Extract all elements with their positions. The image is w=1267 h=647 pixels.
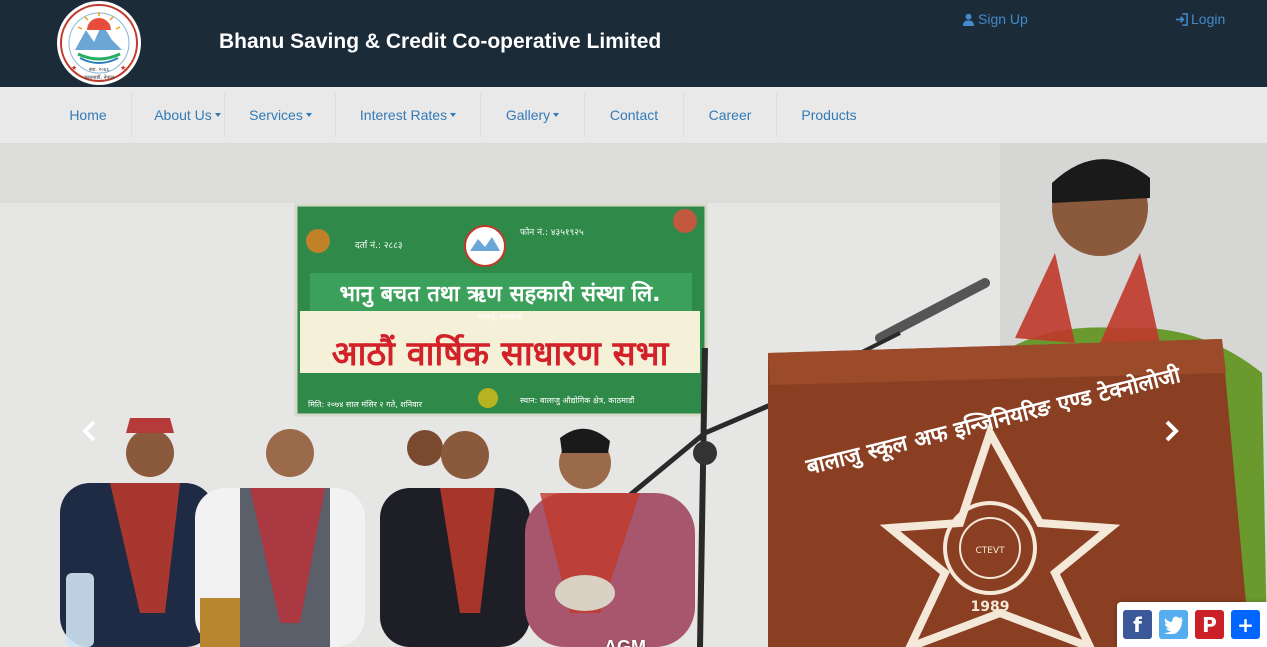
event-banner: दर्ता नं.: २८८३ फोन नं.: ४३५१९२५ भानु बच… (294, 203, 708, 417)
carousel-prev-button[interactable] (74, 413, 104, 449)
twitter-icon (1163, 616, 1183, 634)
nav-contact-label: Contact (609, 107, 659, 123)
logo-star-right: ★ (120, 64, 126, 72)
login-link[interactable]: Login (1175, 11, 1225, 27)
logo-place-text: काठमाडौं, नेपाल (84, 74, 114, 81)
nav-interest-rates-label: Interest Rates (359, 107, 448, 123)
pinterest-share-button[interactable]: P (1195, 610, 1224, 639)
carousel-slide-image: दर्ता नं.: २८८३ फोन नं.: ४३५१९२५ भानु बच… (0, 143, 1267, 647)
nav-contact[interactable]: Contact (600, 87, 668, 143)
facebook-icon: f (1133, 612, 1142, 637)
nav-services-label: Services (249, 107, 303, 123)
nav-career[interactable]: Career (700, 87, 760, 143)
twitter-share-button[interactable] (1159, 610, 1188, 639)
carousel-next-button[interactable] (1157, 413, 1187, 449)
nav-divider (683, 93, 684, 137)
banner-reg-no: दर्ता नं.: २८८३ (355, 239, 403, 251)
caret-down-icon (305, 113, 312, 117)
caret-down-icon (553, 113, 560, 117)
nav-divider (224, 93, 225, 137)
nav-divider (480, 93, 481, 137)
login-icon (1175, 12, 1188, 26)
caret-down-icon (450, 113, 457, 117)
share-toolbar: f P + (1117, 602, 1267, 647)
nav-services[interactable]: Services (243, 87, 318, 143)
site-header: स्था. २०६६ काठमाडौं, नेपाल ★ ★ Bhanu Sav… (0, 0, 1267, 87)
pinterest-icon: P (1202, 612, 1217, 637)
nav-divider (335, 93, 336, 137)
banner-org-name: भानु बचत तथा ऋण सहकारी संस्था लि. (340, 280, 661, 308)
user-icon (962, 13, 975, 26)
signup-link[interactable]: Sign Up (962, 11, 1028, 27)
nav-home[interactable]: Home (58, 87, 118, 143)
chevron-left-icon (82, 420, 96, 442)
nav-gallery[interactable]: Gallery (500, 87, 565, 143)
banner-address: बालाजु, काठमाडौं (478, 312, 523, 321)
nav-divider (584, 93, 585, 137)
nav-gallery-label: Gallery (505, 107, 551, 123)
plus-icon: + (1237, 612, 1254, 637)
nav-about-us-label: About Us (154, 107, 212, 123)
nav-products-label: Products (801, 107, 857, 123)
banner-event-name: आठौं वार्षिक साधारण सभा (332, 333, 670, 374)
nav-interest-rates[interactable]: Interest Rates (352, 87, 464, 143)
nav-career-label: Career (708, 107, 752, 123)
banner-phone: फोन नं.: ४३५१९२५ (520, 226, 584, 238)
banner-date: मिति: २०७४ साल मंसिर २ गते, शनिवार (308, 399, 423, 409)
cooperative-logo-icon[interactable]: स्था. २०६६ काठमाडौं, नेपाल ★ ★ (54, 0, 144, 87)
logo-year-text: स्था. २०६६ (89, 67, 109, 73)
nav-divider (776, 93, 777, 137)
logo-star-left: ★ (71, 64, 77, 72)
podium-emblem-letters: CTEVT (975, 546, 1005, 556)
login-label: Login (1191, 11, 1226, 27)
facebook-share-button[interactable]: f (1123, 610, 1152, 639)
caret-down-icon (214, 113, 221, 117)
hero-carousel[interactable]: दर्ता नं.: २८८३ फोन नं.: ४३५१९२५ भानु बच… (0, 143, 1267, 647)
nav-products[interactable]: Products (795, 87, 863, 143)
nav-about-us[interactable]: About Us (150, 87, 225, 143)
podium: बालाजु स्कूल अफ इन्जिनियरिङ एण्ड टेक्नोल… (768, 339, 1250, 647)
signup-label: Sign Up (978, 11, 1028, 27)
carousel-caption: AGM (604, 637, 646, 647)
more-share-button[interactable]: + (1231, 610, 1260, 639)
banner-venue: स्थान: बालाजु औद्योगिक क्षेत्र, काठमाडौं (520, 395, 635, 406)
nav-divider (131, 93, 132, 137)
chevron-right-icon (1165, 420, 1179, 442)
nav-home-label: Home (69, 107, 107, 123)
podium-emblem-year: 1989 (971, 599, 1010, 615)
main-navbar: Home About Us Services Interest Rates Ga… (0, 87, 1267, 143)
site-title: Bhanu Saving & Credit Co-operative Limit… (219, 30, 662, 53)
